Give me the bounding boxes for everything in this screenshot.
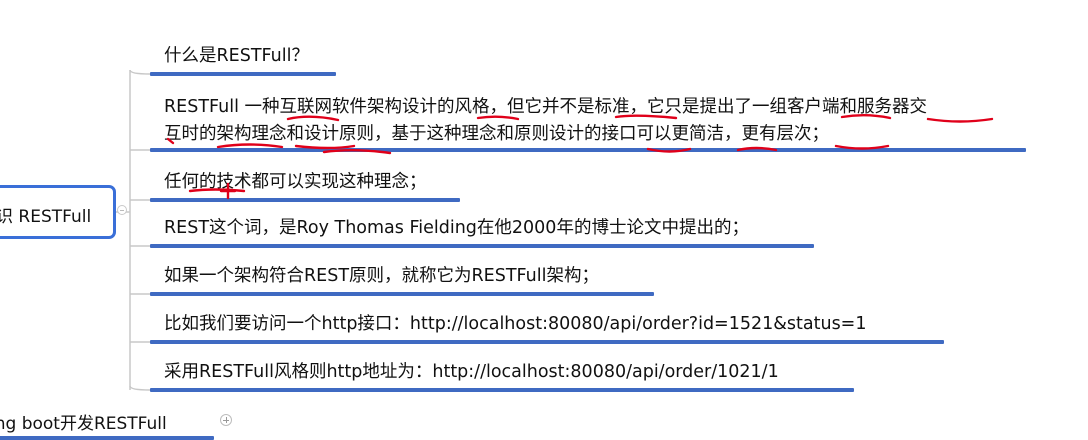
topic-rest-origin[interactable]: REST这个词，是Roy Thomas Fielding在他2000年的博士论文… — [164, 216, 749, 240]
topic-text-line-2: 互时的架构理念和设计原则，基于这种理念和原则设计的接口可以更简洁，更有层次； — [164, 124, 829, 144]
topic-restfull-architecture[interactable]: 如果一个架构符合REST原则，就称它为RESTFull架构； — [164, 264, 599, 288]
topic-underline — [150, 72, 336, 76]
topic-underline — [150, 198, 460, 202]
topic-underline — [150, 340, 944, 344]
expand-plus-icon[interactable] — [220, 414, 232, 426]
sibling-topic-label[interactable]: ing boot开发RESTFull — [0, 409, 167, 434]
topic-text: 采用RESTFull风格则http地址为：http://localhost:80… — [164, 362, 779, 382]
topic-underline — [150, 292, 654, 296]
topic-underline — [0, 436, 214, 440]
mind-map-canvas: 识 RESTFull 什么是RESTFull？ RESTFull 一种互联网软件… — [0, 0, 1088, 440]
topic-text-line-1: RESTFull 一种互联网软件架构设计的风格，但它并不是标准，它只是提出了一组… — [164, 97, 927, 117]
topic-text: 什么是RESTFull？ — [164, 46, 309, 66]
topic-http-example[interactable]: 比如我们要访问一个http接口：http://localhost:80080/a… — [164, 312, 866, 336]
topic-what-is-restfull[interactable]: 什么是RESTFull？ — [164, 44, 309, 68]
root-topic-label: 识 RESTFull — [0, 207, 92, 227]
topic-restfull-definition[interactable]: RESTFull 一种互联网软件架构设计的风格，但它并不是标准，它只是提出了一组… — [164, 94, 927, 148]
topic-underline — [150, 244, 814, 248]
topic-underline — [150, 148, 1026, 152]
topic-restfull-url[interactable]: 采用RESTFull风格则http地址为：http://localhost:80… — [164, 360, 779, 384]
topic-text: 如果一个架构符合REST原则，就称它为RESTFull架构； — [164, 266, 599, 286]
topic-underline — [150, 388, 854, 392]
topic-text: 任何的技术都可以实现这种理念； — [164, 172, 427, 192]
topic-text: REST这个词，是Roy Thomas Fielding在他2000年的博士论文… — [164, 218, 749, 238]
topic-text: 比如我们要访问一个http接口：http://localhost:80080/a… — [164, 314, 867, 334]
topic-any-technology[interactable]: 任何的技术都可以实现这种理念； — [164, 170, 427, 194]
collapse-toggle-icon[interactable] — [117, 205, 127, 215]
